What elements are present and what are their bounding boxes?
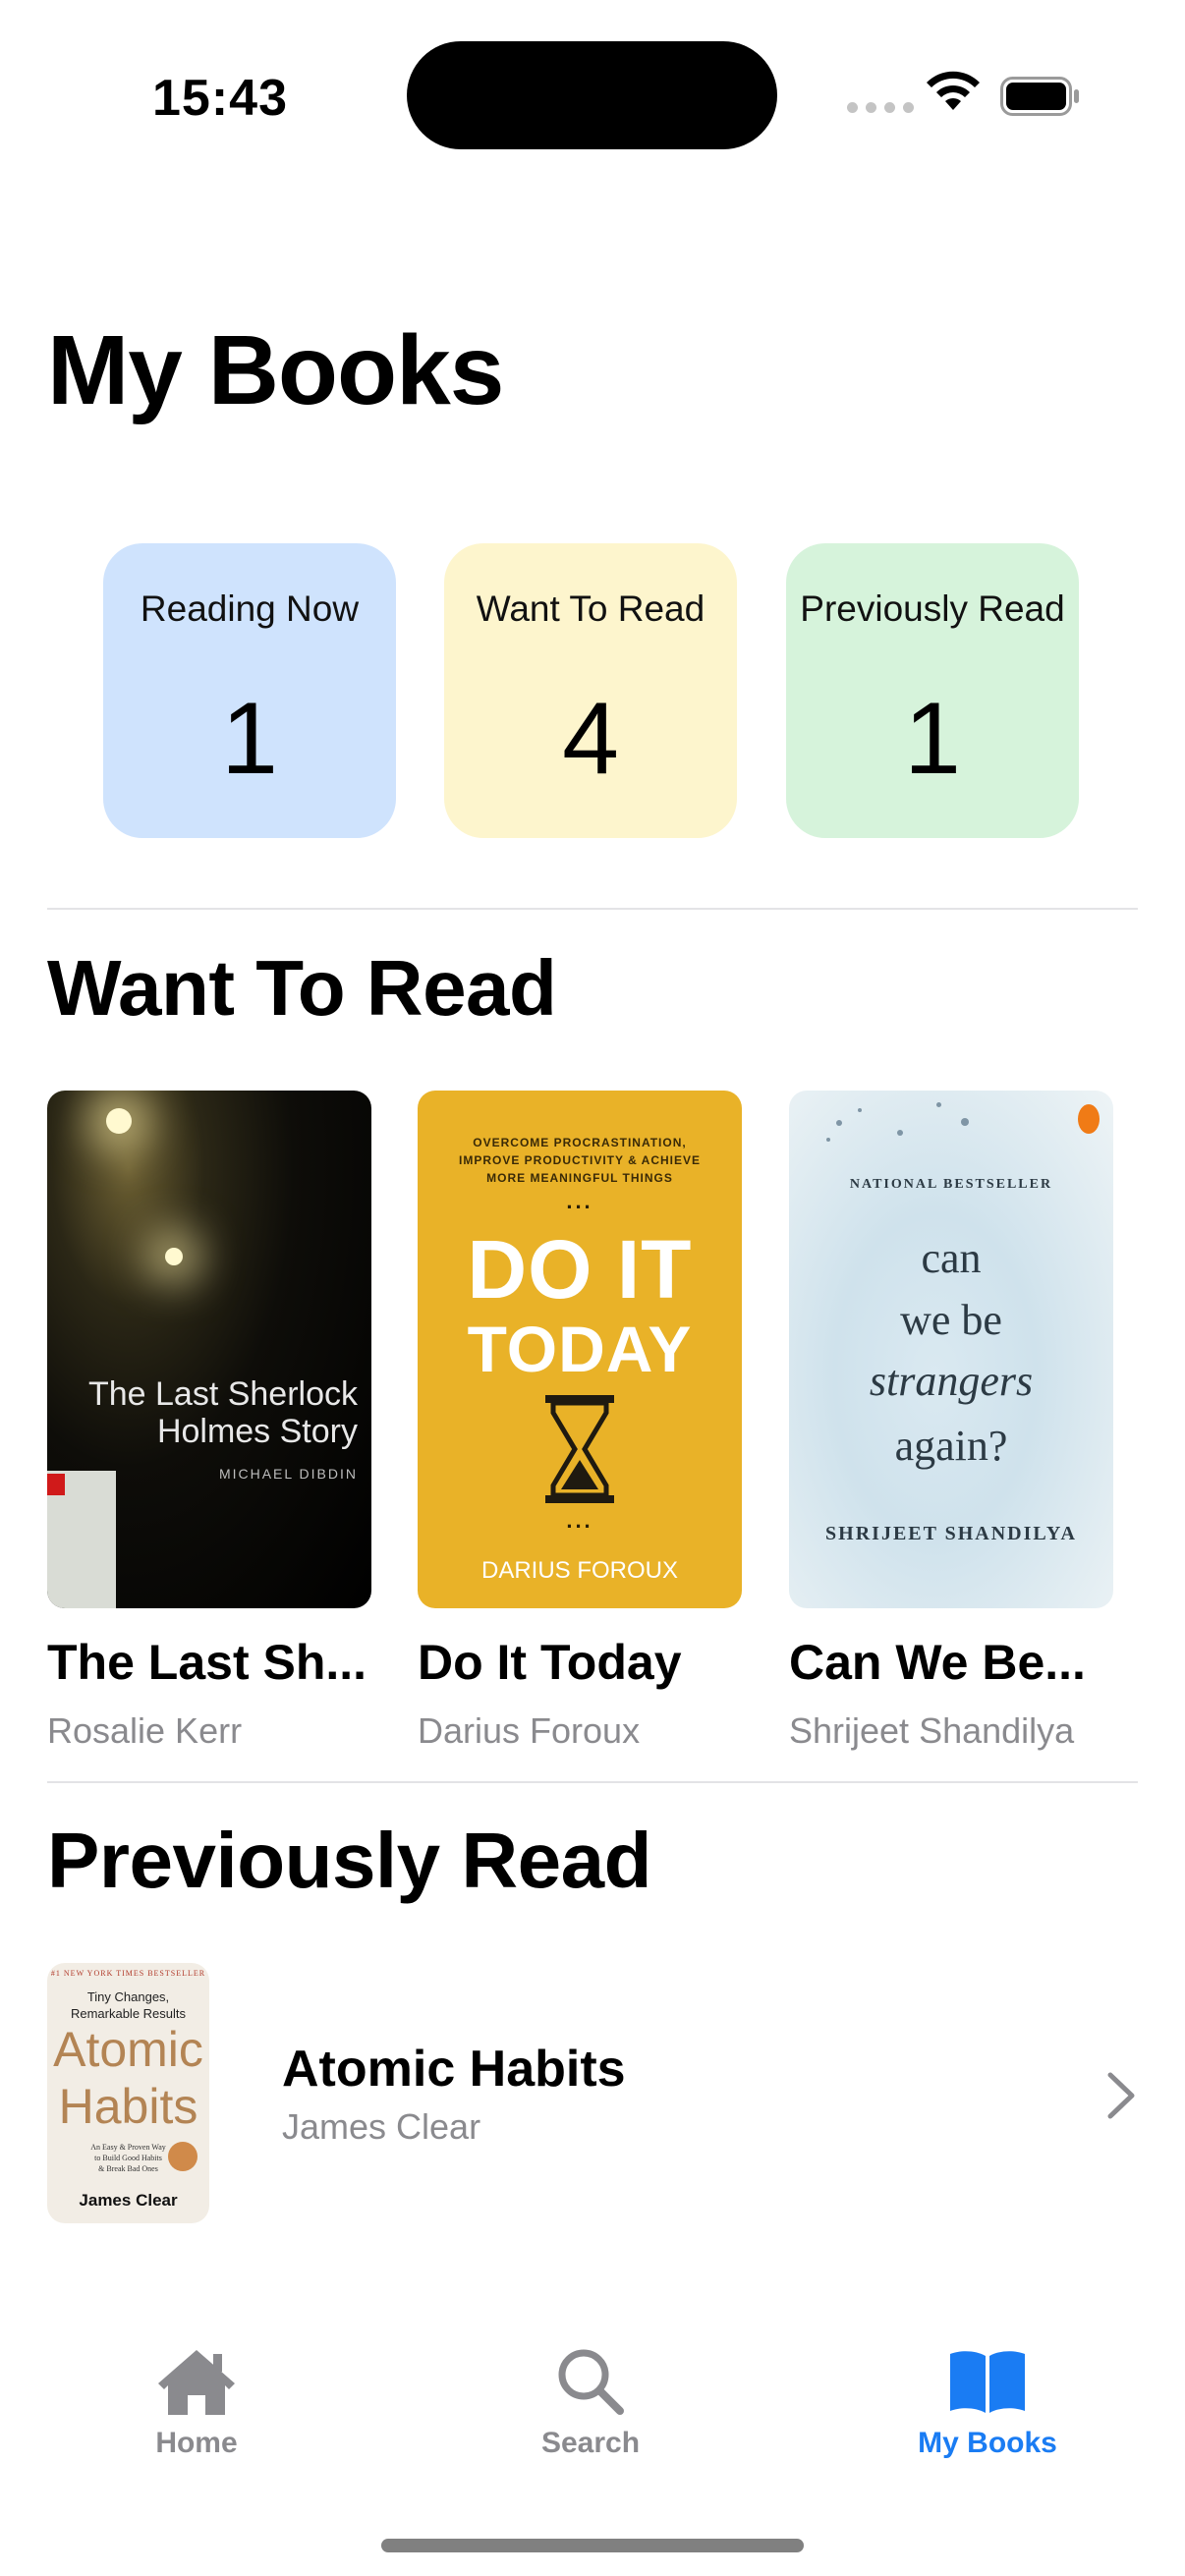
cover-author: James Clear	[79, 2191, 178, 2210]
cover-title-line: The Last Sherlock	[87, 1375, 358, 1413]
battery-icon	[1000, 77, 1079, 116]
cover-subtitle-line: MORE MEANINGFUL THINGS	[486, 1171, 673, 1185]
cover-badge: #1 NEW YORK TIMES BESTSELLER	[50, 1969, 206, 1978]
cover-title-line: strangers	[869, 1357, 1034, 1405]
tab-label: My Books	[918, 2427, 1057, 2459]
cover-title-line: Holmes Story	[156, 1413, 358, 1450]
tab-home[interactable]: Home	[79, 2346, 314, 2460]
cover-subtitle-line: IMPROVE PRODUCTIVITY & ACHIEVE	[458, 1153, 702, 1167]
wifi-icon	[927, 71, 980, 110]
page-title: My Books	[47, 315, 504, 425]
cover-seal	[168, 2142, 198, 2171]
stat-card-previously-read[interactable]: Previously Read 1	[786, 543, 1079, 838]
cover-title-line: TODAY	[467, 1313, 693, 1385]
previously-read-heading: Previously Read	[47, 1817, 652, 1904]
book-title: Can We Be...	[789, 1635, 1086, 1690]
cover-subtitle-line: OVERCOME PROCRASTINATION,	[473, 1136, 687, 1149]
dynamic-island	[407, 41, 777, 149]
stat-count: 1	[221, 682, 278, 796]
cover-badge: NATIONAL BESTSELLER	[849, 1177, 1053, 1192]
tab-label: Home	[155, 2427, 238, 2459]
home-indicator[interactable]	[381, 2539, 804, 2552]
stat-label: Want To Read	[476, 588, 705, 629]
section-divider	[47, 1781, 1138, 1783]
house-icon	[158, 2350, 235, 2415]
stat-card-want-to-read[interactable]: Want To Read 4	[444, 543, 737, 838]
want-to-read-heading: Want To Read	[47, 944, 557, 1032]
book-title: Atomic Habits	[282, 2041, 626, 2098]
cover-title-line: Habits	[58, 2079, 198, 2134]
book-title: The Last Sh...	[47, 1635, 367, 1690]
book-card[interactable]: NATIONAL BESTSELLER can we be strangers …	[789, 1091, 1113, 1752]
book-card[interactable]: The Last Sherlock Holmes Story MICHAEL D…	[47, 1091, 371, 1752]
book-cover-image: OVERCOME PROCRASTINATION, IMPROVE PRODUC…	[418, 1091, 742, 1608]
stat-count: 4	[562, 682, 619, 796]
cover-dots: ...	[566, 1189, 593, 1213]
stat-count: 1	[904, 682, 961, 796]
stat-label: Reading Now	[140, 588, 360, 629]
status-time: 15:43	[152, 70, 288, 127]
previously-read-row[interactable]: #1 NEW YORK TIMES BESTSELLER Tiny Change…	[0, 1963, 1185, 2226]
book-author: Rosalie Kerr	[47, 1710, 243, 1751]
open-book-icon	[950, 2351, 1025, 2413]
cover-title-line: we be	[900, 1296, 1002, 1344]
cover-dots: ...	[566, 1508, 593, 1533]
chevron-right-icon[interactable]	[1104, 2071, 1138, 2120]
cover-author: MICHAEL DIBDIN	[218, 1466, 358, 1482]
tab-label: Search	[540, 2427, 641, 2459]
book-card[interactable]: OVERCOME PROCRASTINATION, IMPROVE PRODUC…	[418, 1091, 742, 1752]
book-title: Do It Today	[418, 1635, 682, 1690]
cover-title-line: can	[921, 1234, 982, 1282]
cover-author: SHRIJEET SHANDILYA	[825, 1523, 1077, 1544]
book-cover-image: NATIONAL BESTSELLER can we be strangers …	[789, 1091, 1113, 1608]
my-books-screen: 15:43 My Books Reading Now 1 Want To Rea…	[0, 0, 1185, 2576]
book-author: Shrijeet Shandilya	[789, 1710, 1075, 1751]
cover-subtitle-line: Tiny Changes,	[86, 1989, 170, 2004]
cover-title-line: again?	[894, 1422, 1008, 1470]
magnifier-icon	[558, 2349, 624, 2415]
tab-search[interactable]: Search	[473, 2346, 708, 2460]
tab-my-books[interactable]: My Books	[870, 2346, 1105, 2460]
publisher-logo	[1078, 1104, 1100, 1134]
cover-author: DARIUS FOROUX	[480, 1557, 678, 1584]
book-author: James Clear	[282, 2106, 481, 2147]
cover-title-line: DO IT	[467, 1223, 693, 1316]
stat-label: Previously Read	[800, 588, 1065, 629]
section-divider	[47, 908, 1138, 910]
book-cover-image: The Last Sherlock Holmes Story MICHAEL D…	[47, 1091, 371, 1608]
book-cover-image: #1 NEW YORK TIMES BESTSELLER Tiny Change…	[47, 1963, 209, 2223]
cover-subtitle-line: Remarkable Results	[70, 2006, 187, 2021]
hourglass-icon	[545, 1395, 614, 1503]
stat-card-reading-now[interactable]: Reading Now 1	[103, 543, 396, 838]
cellular-signal-icon	[847, 102, 914, 113]
cover-title-line: Atomic	[53, 2022, 203, 2077]
book-author: Darius Foroux	[418, 1710, 641, 1751]
